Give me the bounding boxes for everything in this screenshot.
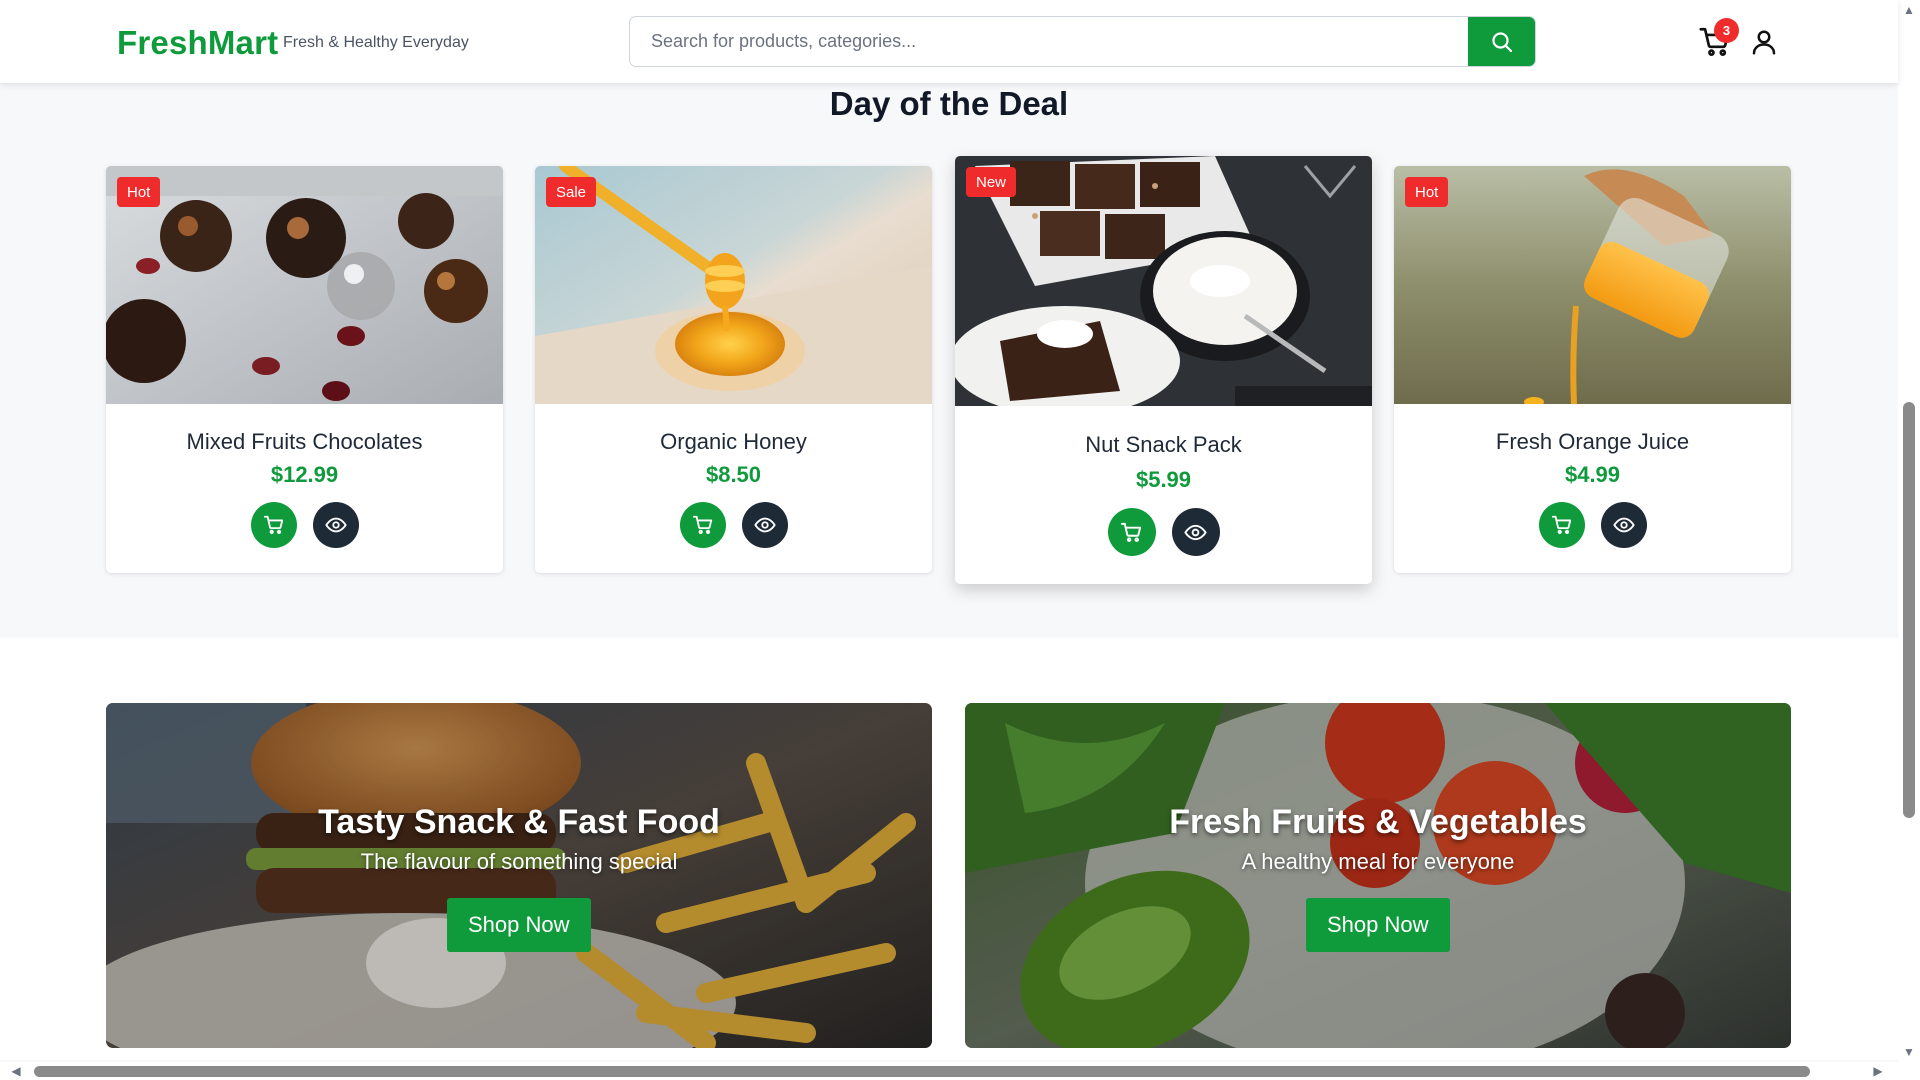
banner-subtitle: A healthy meal for everyone xyxy=(1241,849,1515,874)
product-price: $4.99 xyxy=(1564,462,1621,487)
product-name[interactable]: Organic Honey xyxy=(535,429,932,455)
tagline: Fresh & Healthy Everyday xyxy=(283,34,469,51)
product-badge: Sale xyxy=(546,177,597,207)
search-bar xyxy=(629,16,1536,67)
banner-title: Fresh Fruits & Vegetables xyxy=(1169,803,1587,841)
cart-icon xyxy=(263,515,283,534)
product-image[interactable] xyxy=(1394,166,1791,404)
banner-overlay xyxy=(965,703,1791,1048)
logo[interactable]: FreshMart xyxy=(117,24,278,62)
scrollbar-corner xyxy=(1898,1062,1920,1080)
vertical-scrollbar[interactable]: ▲ ▼ xyxy=(1898,0,1920,1062)
product-price: $8.50 xyxy=(705,462,762,487)
shop-now-button[interactable]: Shop Now xyxy=(1306,898,1450,952)
quick-view-button[interactable] xyxy=(741,502,788,548)
cart-count-badge: 3 xyxy=(1714,18,1739,43)
product-image[interactable] xyxy=(106,166,503,404)
product-price: $12.99 xyxy=(270,462,339,487)
cart-icon xyxy=(692,515,712,534)
vertical-scroll-thumb[interactable] xyxy=(1903,402,1915,818)
product-name[interactable]: Nut Snack Pack xyxy=(955,432,1372,458)
eye-icon xyxy=(1184,524,1207,540)
eye-icon xyxy=(324,517,347,533)
add-to-cart-button[interactable] xyxy=(679,502,726,548)
product-card[interactable]: Hot Mixed Fruits Chocolates $12.99 xyxy=(106,166,503,573)
banner-subtitle: The flavour of something special xyxy=(360,849,678,874)
banner-title: Tasty Snack & Fast Food xyxy=(318,803,720,841)
cart-icon xyxy=(1120,522,1142,542)
section-title: Day of the Deal xyxy=(829,85,1069,122)
user-icon xyxy=(1752,30,1776,55)
product-card[interactable]: New Nut Snack Pack $5.99 xyxy=(955,156,1372,584)
search-input[interactable] xyxy=(630,17,1470,66)
quick-view-button[interactable] xyxy=(312,502,359,548)
deal-section: Day of the Deal Hot Mixed Fruits Chocola… xyxy=(0,83,1898,638)
product-image[interactable] xyxy=(955,156,1372,406)
search-button[interactable] xyxy=(1468,17,1535,66)
product-badge: Hot xyxy=(117,177,161,207)
eye-icon xyxy=(753,517,776,533)
shop-now-button[interactable]: Shop Now xyxy=(447,898,591,952)
product-card[interactable]: Sale Organic Honey $8.50 xyxy=(535,166,932,573)
search-icon xyxy=(1491,31,1512,52)
site-header: FreshMart Fresh & Healthy Everyday 3 xyxy=(0,0,1898,83)
promo-section: Tasty Snack & Fast Food The flavour of s… xyxy=(0,638,1898,1060)
product-name[interactable]: Fresh Orange Juice xyxy=(1394,429,1791,455)
add-to-cart-button[interactable] xyxy=(250,502,297,548)
cart-icon xyxy=(1551,515,1571,534)
banner-overlay xyxy=(106,703,932,1048)
eye-icon xyxy=(1612,517,1635,533)
product-badge: Hot xyxy=(1405,177,1449,207)
horizontal-scroll-thumb[interactable] xyxy=(34,1066,1810,1077)
add-to-cart-button[interactable] xyxy=(1538,502,1585,548)
quick-view-button[interactable] xyxy=(1600,502,1647,548)
account-button[interactable] xyxy=(1749,27,1779,57)
product-card[interactable]: Hot Fresh Orange Juice $4.99 xyxy=(1394,166,1791,573)
scroll-down-arrow-icon[interactable]: ▼ xyxy=(1902,1045,1916,1059)
add-to-cart-button[interactable] xyxy=(1107,508,1156,556)
promo-banner-produce[interactable]: Fresh Fruits & Vegetables A healthy meal… xyxy=(965,703,1791,1048)
scroll-right-arrow-icon[interactable]: ▶ xyxy=(1870,1064,1886,1078)
quick-view-button[interactable] xyxy=(1171,508,1220,556)
promo-banner-snacks[interactable]: Tasty Snack & Fast Food The flavour of s… xyxy=(106,703,932,1048)
product-badge: New xyxy=(966,167,1017,197)
horizontal-scrollbar[interactable]: ◀ ▶ xyxy=(0,1062,1898,1080)
scroll-up-arrow-icon[interactable]: ▲ xyxy=(1902,3,1916,17)
product-name[interactable]: Mixed Fruits Chocolates xyxy=(106,429,503,455)
product-price: $5.99 xyxy=(1135,467,1192,492)
scroll-left-arrow-icon[interactable]: ◀ xyxy=(8,1064,24,1078)
